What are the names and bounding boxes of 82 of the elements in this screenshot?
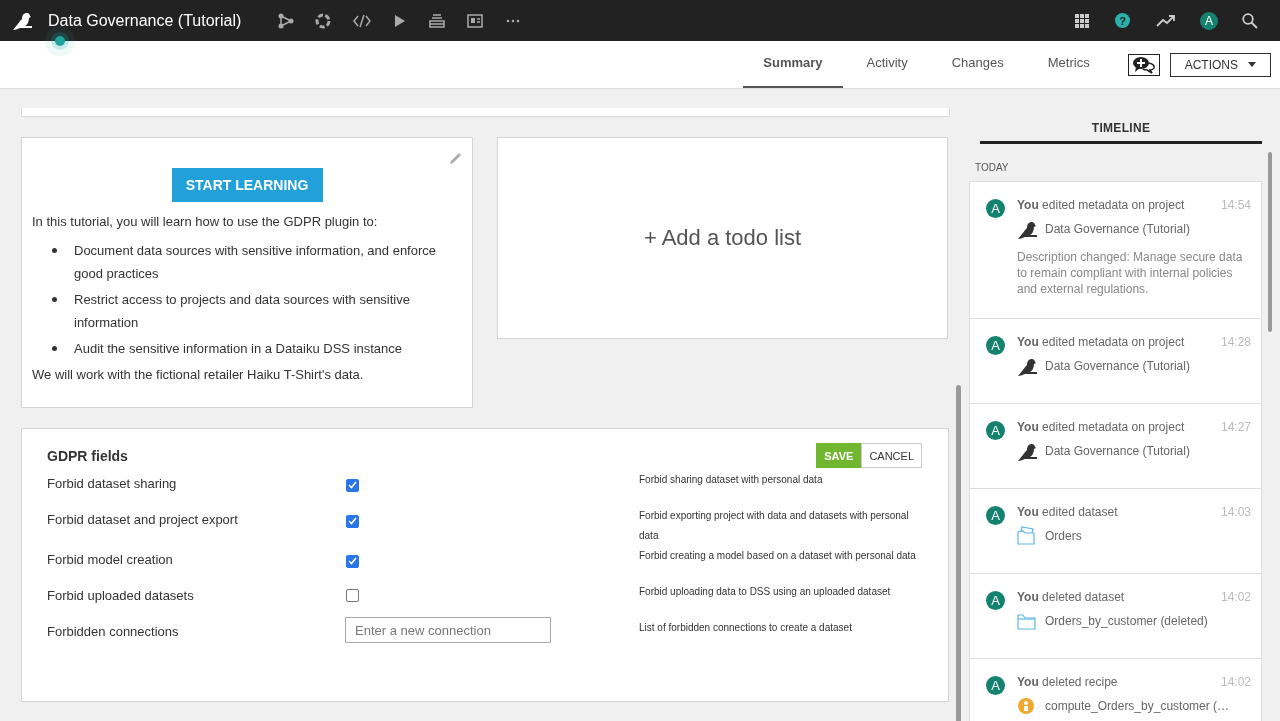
code-icon[interactable] bbox=[353, 12, 372, 29]
help-button[interactable]: ? bbox=[1115, 13, 1130, 28]
apps-grid-icon[interactable] bbox=[1075, 13, 1089, 28]
scrollbar[interactable] bbox=[956, 385, 961, 721]
actions-button[interactable]: ACTIONS bbox=[1169, 52, 1271, 77]
caret-icon bbox=[1248, 62, 1256, 67]
nav-tab[interactable]: Metrics bbox=[1027, 41, 1110, 88]
field-help-text: Forbid exporting project with data and datasets with personal data bbox=[639, 509, 910, 543]
field-label: Forbidden connections bbox=[47, 623, 180, 639]
folder-icon bbox=[1017, 611, 1037, 631]
discussion-button[interactable] bbox=[1127, 53, 1160, 76]
section-title: GDPR fields bbox=[47, 447, 128, 464]
search-icon[interactable] bbox=[1242, 12, 1258, 29]
object-link[interactable]: Data Governance (Tutorial) bbox=[1045, 222, 1190, 236]
bird-icon bbox=[1017, 441, 1037, 461]
field-label: Forbid dataset sharing bbox=[47, 475, 178, 491]
check-icon bbox=[348, 517, 357, 525]
connection-input-field[interactable]: Enter a new connection bbox=[345, 617, 551, 643]
checkbox[interactable] bbox=[346, 514, 359, 528]
check-icon bbox=[348, 481, 357, 489]
object-link[interactable]: compute_Orders_by_customer (… bbox=[1045, 699, 1230, 713]
activity-text: You edited metadata on project bbox=[1017, 335, 1185, 349]
recipe-icon bbox=[1017, 696, 1037, 716]
project-title[interactable]: Data Governance (Tutorial) bbox=[48, 11, 242, 30]
activity-text: You edited dataset bbox=[1017, 505, 1118, 519]
user-avatar: A bbox=[986, 506, 1005, 525]
field-label: Forbid model creation bbox=[47, 551, 174, 567]
field-help-text: Forbid sharing dataset with personal data bbox=[639, 473, 824, 487]
activity-text: You deleted recipe bbox=[1017, 675, 1118, 689]
date-group-label: TODAY bbox=[975, 162, 1010, 173]
chat-bubbles-icon bbox=[1131, 55, 1156, 74]
nav-tab[interactable]: Activity bbox=[846, 41, 928, 88]
activity-text: You edited metadata on project bbox=[1017, 420, 1185, 434]
add-todo-link[interactable]: + Add a todo list bbox=[643, 225, 802, 251]
field-label: Forbid dataset and project export bbox=[47, 511, 239, 527]
bullet-dot bbox=[52, 248, 57, 253]
dashboard-icon[interactable] bbox=[467, 12, 486, 29]
activity-text: You deleted dataset bbox=[1017, 590, 1125, 604]
user-avatar: A bbox=[986, 336, 1005, 355]
folder-icon bbox=[1017, 526, 1037, 546]
field-label: Forbid uploaded datasets bbox=[47, 587, 195, 603]
activity-time: 14:02 bbox=[1220, 590, 1251, 604]
list-item-text: Restrict access to projects and data sources with sensitive information bbox=[74, 291, 411, 332]
bird-icon bbox=[1017, 356, 1037, 376]
user-avatar: A bbox=[986, 591, 1005, 610]
bird-icon bbox=[1017, 219, 1037, 239]
checkbox[interactable] bbox=[346, 589, 359, 602]
object-link[interactable]: Orders_by_customer (deleted) bbox=[1045, 614, 1208, 628]
activity-time: 14:03 bbox=[1220, 505, 1251, 519]
trend-icon[interactable] bbox=[1156, 13, 1176, 28]
outro-text: We will work with the fictional retailer Haiku T-Shirt's data. bbox=[32, 366, 365, 384]
field-help-text: Forbid uploading data to DSS using an uploaded dataset bbox=[639, 585, 892, 599]
timeline-tab[interactable]: TIMELINE bbox=[980, 121, 1262, 144]
activity-time: 14:54 bbox=[1220, 198, 1251, 212]
activity-time: 14:02 bbox=[1220, 675, 1251, 689]
scrollbar[interactable] bbox=[1268, 152, 1272, 332]
field-help-text: List of forbidden connections to create a dataset bbox=[639, 621, 853, 635]
stack-icon[interactable] bbox=[429, 12, 448, 29]
list-item-text: Document data sources with sensitive information, and enforce good practices bbox=[74, 242, 438, 283]
check-icon bbox=[348, 557, 357, 565]
checkbox[interactable] bbox=[346, 554, 359, 568]
user-avatar: A bbox=[986, 421, 1005, 440]
user-avatar: A bbox=[986, 199, 1005, 218]
object-link[interactable]: Data Governance (Tutorial) bbox=[1045, 359, 1190, 373]
activity-time: 14:28 bbox=[1220, 335, 1251, 349]
nav-tab[interactable]: Summary bbox=[743, 41, 843, 88]
nav-tab[interactable]: Changes bbox=[931, 41, 1024, 88]
bullet-dot bbox=[52, 297, 57, 302]
field-help-text: Forbid creating a model based on a dataset with personal data bbox=[639, 549, 917, 563]
list-item-text: Audit the sensitive information in a Dataiku DSS instance bbox=[74, 340, 403, 358]
object-link[interactable]: Data Governance (Tutorial) bbox=[1045, 444, 1190, 458]
checkbox[interactable] bbox=[346, 478, 359, 492]
flow-icon[interactable] bbox=[277, 12, 296, 29]
activity-text: You edited metadata on project bbox=[1017, 198, 1185, 212]
user-avatar: A bbox=[986, 676, 1005, 695]
activity-time: 14:27 bbox=[1220, 420, 1251, 434]
bullet-dot bbox=[52, 346, 57, 351]
object-link[interactable]: Orders bbox=[1045, 529, 1082, 543]
intro-text: In this tutorial, you will learn how to use the GDPR plugin to: bbox=[32, 213, 379, 231]
cancel-button[interactable]: CANCEL bbox=[861, 443, 922, 468]
user-avatar[interactable]: A bbox=[1200, 11, 1218, 30]
description-text: Description changed: Manage secure data to remain compliant with internal policies and external regulations. bbox=[1017, 249, 1244, 297]
